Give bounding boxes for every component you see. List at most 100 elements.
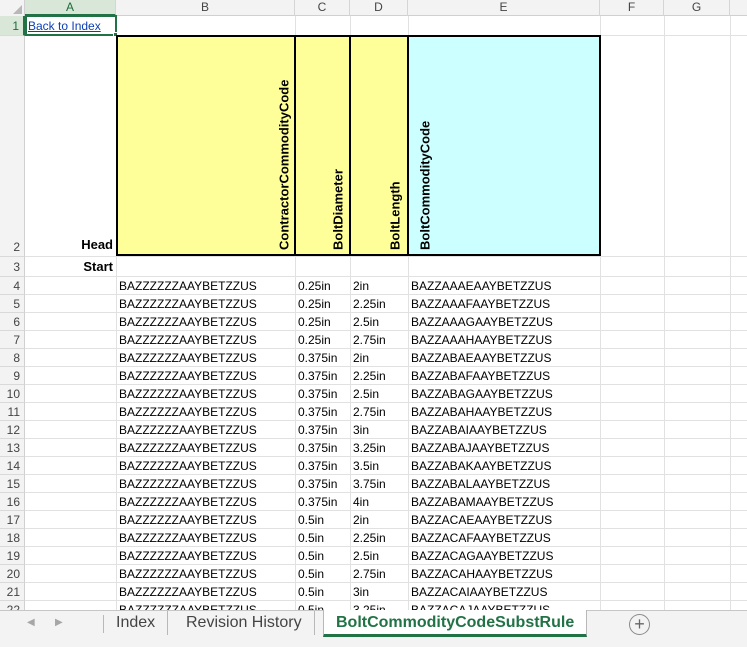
cell-e[interactable]: BAZZACAEAAYBETZZUS [408, 511, 600, 529]
cell-c[interactable]: 0.25in [295, 295, 350, 313]
row-header-13[interactable]: 13 [0, 439, 25, 457]
row-header-4[interactable]: 4 [0, 277, 25, 295]
row-header-21[interactable]: 21 [0, 583, 25, 601]
cell-c[interactable]: 0.375in [295, 403, 350, 421]
cell-c[interactable]: 0.375in [295, 475, 350, 493]
cell-c[interactable]: 0.375in [295, 367, 350, 385]
column-header-c[interactable]: C [295, 0, 350, 16]
row-header-11[interactable]: 11 [0, 403, 25, 421]
cell-d[interactable]: 4in [350, 493, 408, 511]
column-header-d[interactable]: D [350, 0, 408, 16]
cell-b[interactable]: BAZZZZZZAAYBETZZUS [116, 277, 295, 295]
cell-e[interactable]: BAZZACAHAAYBETZZUS [408, 565, 600, 583]
cell-b[interactable]: BAZZZZZZAAYBETZZUS [116, 295, 295, 313]
cell-e[interactable]: BAZZAAAGAAYBETZZUS [408, 313, 600, 331]
column-header-f[interactable]: F [600, 0, 664, 16]
cell-d[interactable]: 3.25in [350, 601, 408, 610]
tab-bolt-commodity-code-subst-rule[interactable]: BoltCommodityCodeSubstRule [323, 610, 588, 637]
cell-b[interactable]: BAZZZZZZAAYBETZZUS [116, 457, 295, 475]
cell-d[interactable]: 2.75in [350, 565, 408, 583]
cell-b[interactable]: BAZZZZZZAAYBETZZUS [116, 493, 295, 511]
cell-b[interactable]: BAZZZZZZAAYBETZZUS [116, 367, 295, 385]
cell-e[interactable]: BAZZACAGAAYBETZZUS [408, 547, 600, 565]
row-header-16[interactable]: 16 [0, 493, 25, 511]
cell-e[interactable]: BAZZACAIAAYBETZZUS [408, 583, 600, 601]
row-header-9[interactable]: 9 [0, 367, 25, 385]
row-header-12[interactable]: 12 [0, 421, 25, 439]
row-header-1[interactable]: 1 [0, 16, 25, 36]
cell-e[interactable]: BAZZACAFAAYBETZZUS [408, 529, 600, 547]
row-header-5[interactable]: 5 [0, 295, 25, 313]
prev-sheet-icon[interactable]: ◀ [27, 617, 35, 628]
header-cell-bolt-commodity-code[interactable]: BoltCommodityCode [407, 35, 601, 256]
column-header-g[interactable]: G [664, 0, 730, 16]
next-sheet-icon[interactable]: ▶ [55, 617, 63, 628]
cell-d[interactable]: 2in [350, 277, 408, 295]
cell-d[interactable]: 2.25in [350, 295, 408, 313]
tab-revision-history[interactable]: Revision History [174, 611, 315, 635]
tab-index[interactable]: Index [104, 611, 169, 635]
cell-e[interactable]: BAZZABAGAAYBETZZUS [408, 385, 600, 403]
cell-b[interactable]: BAZZZZZZAAYBETZZUS [116, 475, 295, 493]
cell-c[interactable]: 0.5in [295, 547, 350, 565]
cell-c[interactable]: 0.25in [295, 313, 350, 331]
row-header-17[interactable]: 17 [0, 511, 25, 529]
spreadsheet-grid[interactable]: A B C D E F G 1 2 3 4 5 6 7 8 9 10 11 12 13 14 15 16 17 1… [0, 0, 747, 610]
header-cell-bolt-diameter[interactable]: BoltDiameter [294, 35, 351, 256]
cell-b[interactable]: BAZZZZZZAAYBETZZUS [116, 349, 295, 367]
cell-b[interactable]: BAZZZZZZAAYBETZZUS [116, 385, 295, 403]
cell-c[interactable]: 0.5in [295, 601, 350, 610]
row-header-14[interactable]: 14 [0, 457, 25, 475]
cell-c[interactable]: 0.25in [295, 277, 350, 295]
cell-b[interactable]: BAZZZZZZAAYBETZZUS [116, 439, 295, 457]
cell-d[interactable]: 2.75in [350, 403, 408, 421]
cell-d[interactable]: 3.5in [350, 457, 408, 475]
cell-d[interactable]: 2in [350, 349, 408, 367]
cell-c[interactable]: 0.5in [295, 565, 350, 583]
cell-e[interactable]: BAZZABAFAAYBETZZUS [408, 367, 600, 385]
row-header-3[interactable]: 3 [0, 257, 25, 277]
cell-d[interactable]: 3in [350, 421, 408, 439]
cell-b[interactable]: BAZZZZZZAAYBETZZUS [116, 421, 295, 439]
header-cell-bolt-length[interactable]: BoltLength [349, 35, 409, 256]
cell-e[interactable]: BAZZAAAEAAYBETZZUS [408, 277, 600, 295]
cell-b[interactable]: BAZZZZZZAAYBETZZUS [116, 511, 295, 529]
cell-d[interactable]: 3in [350, 583, 408, 601]
row-header-7[interactable]: 7 [0, 331, 25, 349]
row-header-20[interactable]: 20 [0, 565, 25, 583]
row-header-6[interactable]: 6 [0, 313, 25, 331]
cell-b[interactable]: BAZZZZZZAAYBETZZUS [116, 601, 295, 610]
row-header-15[interactable]: 15 [0, 475, 25, 493]
cell-e[interactable]: BAZZABAEAAYBETZZUS [408, 349, 600, 367]
cell-e[interactable]: BAZZAAAHAAYBETZZUS [408, 331, 600, 349]
cell-c[interactable]: 0.375in [295, 421, 350, 439]
cell-b[interactable]: BAZZZZZZAAYBETZZUS [116, 403, 295, 421]
cell-e[interactable]: BAZZABAKAAYBETZZUS [408, 457, 600, 475]
cell-e[interactable]: BAZZABAHAAYBETZZUS [408, 403, 600, 421]
cell-c[interactable]: 0.25in [295, 331, 350, 349]
cell-c[interactable]: 0.375in [295, 349, 350, 367]
column-header-e[interactable]: E [408, 0, 600, 16]
cell-b[interactable]: BAZZZZZZAAYBETZZUS [116, 547, 295, 565]
cell-e[interactable]: BAZZABALAAYBETZZUS [408, 475, 600, 493]
column-header-a[interactable]: A [25, 0, 116, 16]
select-all-corner[interactable] [0, 0, 25, 16]
cell-e[interactable]: BAZZABAIAAYBETZZUS [408, 421, 600, 439]
cell-d[interactable]: 2.75in [350, 331, 408, 349]
cell-b[interactable]: BAZZZZZZAAYBETZZUS [116, 331, 295, 349]
cell-d[interactable]: 2.5in [350, 547, 408, 565]
cell-c[interactable]: 0.5in [295, 583, 350, 601]
cell-e[interactable]: BAZZACAJAAYBETZZUS [408, 601, 600, 610]
column-header-b[interactable]: B [116, 0, 295, 16]
row-header-10[interactable]: 10 [0, 385, 25, 403]
add-sheet-icon[interactable]: + [629, 614, 650, 635]
cell-c[interactable]: 0.375in [295, 493, 350, 511]
cell-e[interactable]: BAZZABAJAAYBETZZUS [408, 439, 600, 457]
row-header-18[interactable]: 18 [0, 529, 25, 547]
cell-d[interactable]: 2.25in [350, 529, 408, 547]
cell-b[interactable]: BAZZZZZZAAYBETZZUS [116, 583, 295, 601]
cell-c[interactable]: 0.5in [295, 511, 350, 529]
cell-c[interactable]: 0.375in [295, 457, 350, 475]
cell-d[interactable]: 3.75in [350, 475, 408, 493]
cell-d[interactable]: 2.25in [350, 367, 408, 385]
